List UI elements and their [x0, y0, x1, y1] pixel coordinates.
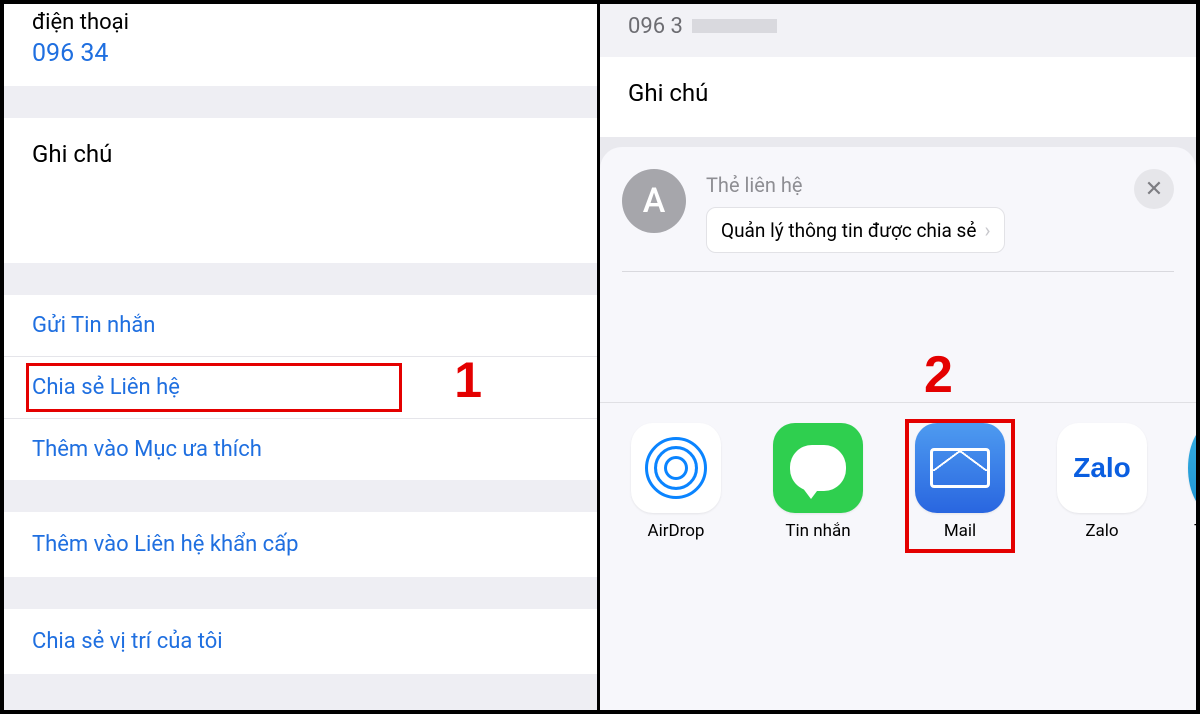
annotation-marker-2: 2 — [924, 345, 953, 405]
phone-partial-text: 096 3 — [628, 14, 683, 39]
contact-avatar: A — [622, 169, 686, 233]
notes-block[interactable]: Ghi chú — [4, 118, 597, 263]
add-favorite-row[interactable]: Thêm vào Mục ưa thích — [4, 419, 597, 480]
share-sheet-title: Thẻ liên hệ — [706, 173, 1124, 197]
telegram-app-partial[interactable]: Te — [1188, 423, 1196, 541]
manage-shared-info-button[interactable]: Quản lý thông tin được chia sẻ › — [706, 207, 1005, 253]
left-pane: điện thoại 096 34 Ghi chú Gửi Tin nhắn C… — [4, 4, 600, 710]
share-location-row[interactable]: Chia sẻ vị trí của tôi — [4, 609, 597, 674]
close-icon: ✕ — [1145, 177, 1163, 202]
airdrop-icon — [631, 423, 721, 513]
share-contact-label: Chia sẻ Liên hệ — [32, 375, 180, 400]
chevron-right-icon: › — [984, 218, 990, 242]
telegram-label-partial: Te — [1194, 521, 1196, 541]
phone-number[interactable]: 096 34 — [32, 39, 597, 68]
share-location-block: Chia sẻ vị trí của tôi — [4, 609, 597, 674]
manage-shared-label: Quản lý thông tin được chia sẻ — [721, 219, 976, 242]
messages-icon — [773, 423, 863, 513]
airdrop-app[interactable]: AirDrop — [620, 423, 732, 541]
phone-label: điện thoại — [32, 10, 597, 35]
apps-row[interactable]: 2 AirDrop Tin nhắn Mail — [600, 403, 1196, 553]
right-phone-partial: 096 3 — [600, 4, 1196, 57]
notes-label: Ghi chú — [4, 118, 597, 168]
share-contact-row[interactable]: Chia sẻ Liên hệ 1 — [4, 357, 597, 419]
emergency-block: Thêm vào Liên hệ khẩn cấp — [4, 512, 597, 577]
zalo-app[interactable]: Zalo Zalo — [1046, 423, 1158, 541]
zalo-text: Zalo — [1073, 452, 1131, 484]
telegram-icon — [1188, 423, 1196, 513]
right-pane: 096 3 Ghi chú A Thẻ liên hệ Quản lý thôn… — [600, 4, 1196, 710]
phone-block: điện thoại 096 34 — [4, 4, 597, 86]
share-sheet-header: A Thẻ liên hệ Quản lý thông tin được chi… — [600, 147, 1196, 271]
add-emergency-row[interactable]: Thêm vào Liên hệ khẩn cấp — [4, 512, 597, 577]
zalo-icon: Zalo — [1057, 423, 1147, 513]
zalo-label: Zalo — [1085, 521, 1118, 541]
mail-icon — [915, 423, 1005, 513]
phone-mask — [692, 19, 777, 33]
close-share-sheet-button[interactable]: ✕ — [1134, 169, 1174, 209]
messages-label: Tin nhắn — [785, 521, 850, 541]
send-message-row[interactable]: Gửi Tin nhắn — [4, 295, 597, 357]
airdrop-label: AirDrop — [648, 521, 705, 541]
mail-label: Mail — [944, 521, 976, 541]
contacts-strip — [600, 272, 1196, 402]
mail-app[interactable]: Mail — [904, 423, 1016, 541]
share-sheet: A Thẻ liên hệ Quản lý thông tin được chi… — [600, 147, 1196, 710]
contact-actions-group: Gửi Tin nhắn Chia sẻ Liên hệ 1 Thêm vào … — [4, 295, 597, 480]
messages-app[interactable]: Tin nhắn — [762, 423, 874, 541]
annotation-marker-1: 1 — [454, 351, 482, 409]
notes-block-right[interactable]: Ghi chú — [600, 57, 1196, 137]
